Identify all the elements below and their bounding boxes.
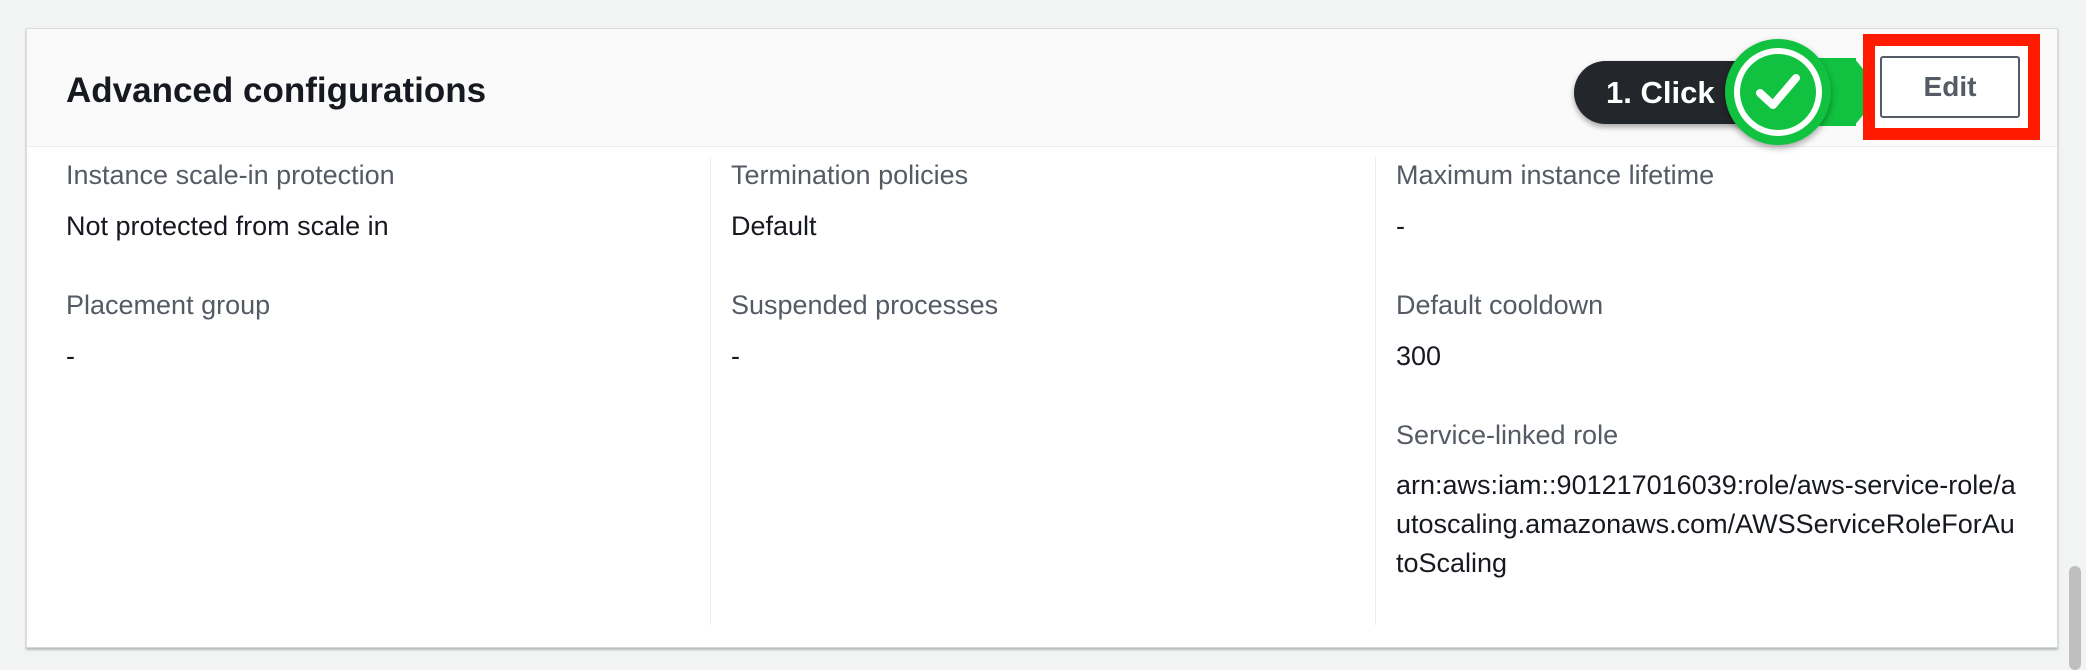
field-label: Default cooldown bbox=[1396, 290, 1604, 320]
field-placement-group: Placement group - bbox=[66, 287, 706, 376]
panel-title: Advanced configurations bbox=[66, 71, 487, 110]
field-value: - bbox=[731, 341, 740, 371]
edit-button[interactable]: Edit bbox=[1880, 56, 2020, 118]
field-instance-scale-in-protection: Instance scale-in protection Not protect… bbox=[66, 157, 706, 246]
scrollbar-thumb[interactable] bbox=[2069, 566, 2081, 670]
field-termination-policies: Termination policies Default bbox=[731, 157, 1371, 246]
check-circle-icon bbox=[1725, 39, 1831, 145]
column-divider bbox=[1375, 157, 1376, 625]
details-column-1: Instance scale-in protection Not protect… bbox=[66, 157, 706, 625]
field-value: Not protected from scale in bbox=[66, 211, 389, 241]
column-divider bbox=[710, 157, 711, 625]
field-value: 300 bbox=[1396, 341, 1442, 371]
field-label: Placement group bbox=[66, 290, 271, 320]
checkmark-icon bbox=[1756, 74, 1800, 109]
field-label: Service-linked role bbox=[1396, 420, 1619, 450]
details-column-2: Termination policies Default Suspended p… bbox=[731, 157, 1371, 625]
field-label: Termination policies bbox=[731, 160, 969, 190]
callout-text: 1. Click bbox=[1606, 75, 1715, 110]
field-suspended-processes: Suspended processes - bbox=[731, 287, 1371, 376]
field-service-linked-role: Service-linked role arn:aws:iam::9012170… bbox=[1396, 417, 2036, 583]
field-label: Maximum instance lifetime bbox=[1396, 160, 1715, 190]
field-label: Instance scale-in protection bbox=[66, 160, 395, 190]
details-column-3: Maximum instance lifetime - Default cool… bbox=[1396, 157, 2036, 625]
field-maximum-instance-lifetime: Maximum instance lifetime - bbox=[1396, 157, 2036, 246]
field-value: - bbox=[66, 341, 75, 371]
field-default-cooldown: Default cooldown 300 bbox=[1396, 287, 2036, 376]
field-value: - bbox=[1396, 211, 1405, 241]
field-value: Default bbox=[731, 211, 817, 241]
field-value: arn:aws:iam::901217016039:role/aws-servi… bbox=[1396, 470, 2016, 578]
field-label: Suspended processes bbox=[731, 290, 999, 320]
